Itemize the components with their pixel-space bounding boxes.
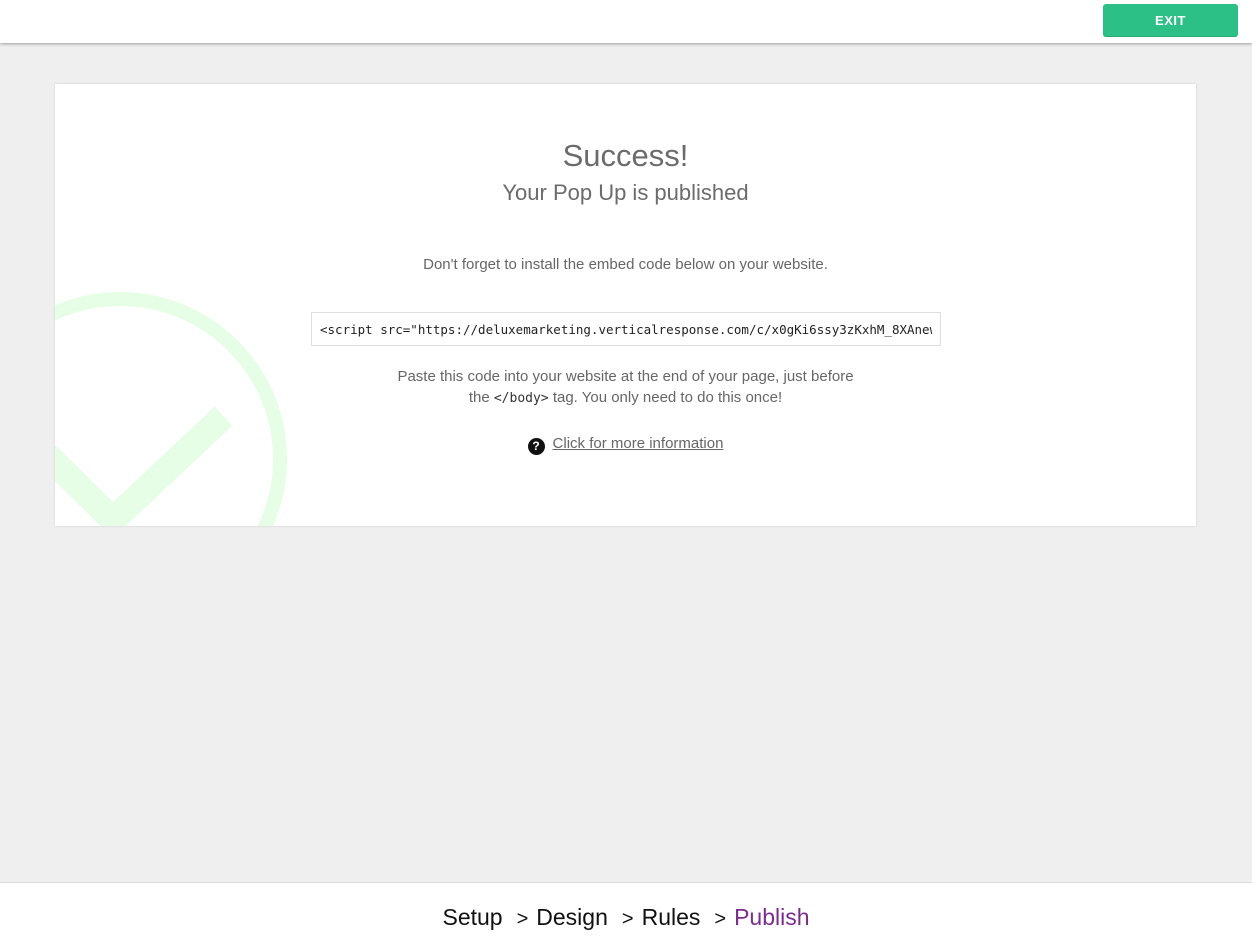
step-design[interactable]: Design [536,904,608,930]
step-rules[interactable]: Rules [642,904,701,930]
question-circle-icon: ? [527,438,545,455]
instructions-line-2-rest: tag. You only need to do this once! [552,389,783,406]
page-subtitle: Your Pop Up is published [502,180,749,205]
success-card: Success! Your Pop Up is published Don't … [55,84,1196,526]
step-separator: > [621,908,634,930]
step-breadcrumb: Setup > Design > Rules > Publish [0,904,1252,931]
step-publish[interactable]: Publish [734,904,809,930]
instructions-the: the [468,389,490,406]
page-title: Success! [562,138,689,173]
install-reminder: Don't forget to install the embed code b… [423,256,828,273]
install-instructions: Paste this code into your website at the… [55,366,1196,409]
step-separator: > [714,908,727,930]
top-bar: EXIT [0,0,1252,43]
embed-code-field[interactable] [311,312,941,346]
more-info-row: ? Click for more information [55,435,1196,455]
more-info-link[interactable]: Click for more information [553,435,724,452]
step-setup[interactable]: Setup [442,904,502,930]
body-tag-code: </body> [493,391,549,406]
step-separator: > [516,908,529,930]
instructions-line-2: the </body> tag. You only need to do thi… [55,387,1196,409]
bottom-bar: Setup > Design > Rules > Publish [0,882,1252,939]
exit-button[interactable]: EXIT [1103,4,1238,37]
instructions-line-1: Paste this code into your website at the… [397,368,854,385]
